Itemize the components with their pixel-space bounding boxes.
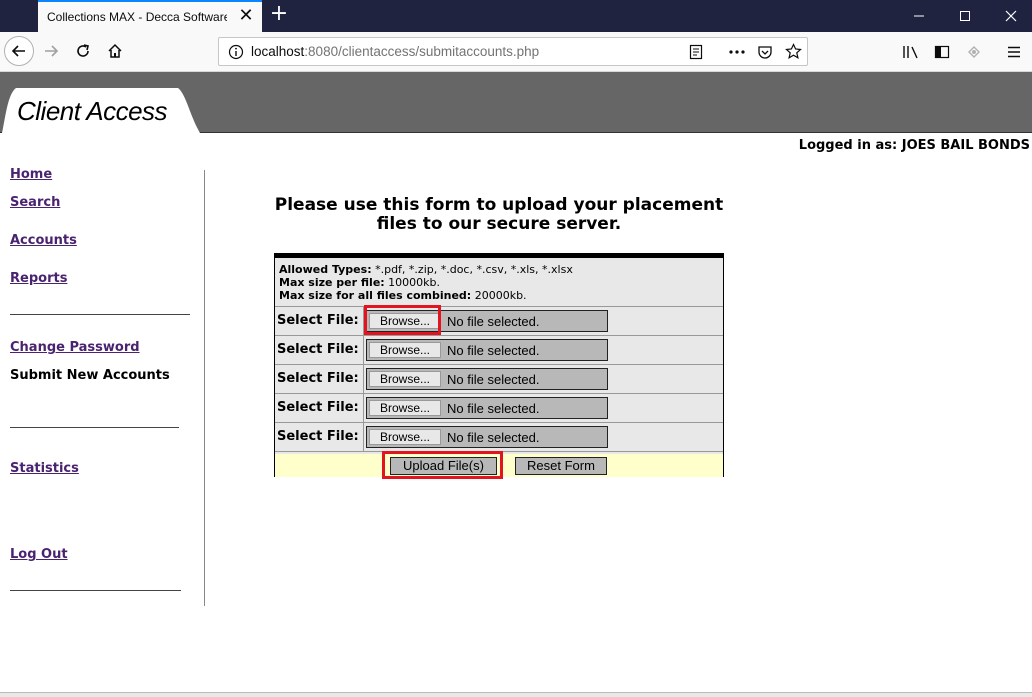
extension-icon[interactable] — [966, 44, 982, 60]
browser-tab-bar: Collections MAX - Decca Software C ✕ + — [0, 0, 1032, 32]
window-bottom-edge — [0, 692, 1032, 697]
minimize-icon[interactable] — [896, 0, 942, 32]
reader-view-icon[interactable] — [688, 44, 704, 60]
select-file-label: Select File: — [275, 336, 364, 364]
logged-in-status: Logged in as: JOES BAIL BONDS — [798, 138, 1030, 153]
sidebar-item-search[interactable]: Search — [10, 195, 60, 210]
max-file-size-label: Max size per file: — [279, 276, 385, 289]
select-file-label: Select File: — [275, 307, 364, 335]
allowed-types-value: *.pdf, *.zip, *.doc, *.csv, *.xls, *.xls… — [371, 263, 573, 276]
menu-icon[interactable] — [1006, 44, 1022, 60]
page-title: Client Access — [17, 96, 168, 126]
sidebar-divider — [10, 427, 179, 428]
sidebar-item-statistics[interactable]: Statistics — [10, 461, 79, 476]
sidebar-item-reports[interactable]: Reports — [10, 271, 67, 286]
browse-button-2[interactable]: Browse... — [369, 342, 441, 358]
browse-button-4[interactable]: Browse... — [369, 400, 441, 416]
form-heading: Please use this form to upload your plac… — [274, 195, 724, 234]
file-row-2: Select File: Browse... No file selected. — [275, 336, 723, 365]
new-tab-icon[interactable]: + — [268, 3, 290, 26]
sidebar-item-home[interactable]: Home — [10, 167, 52, 182]
reload-icon[interactable] — [68, 36, 98, 66]
file-row-1: Select File: Browse... No file selected. — [275, 307, 723, 336]
browse-button-5[interactable]: Browse... — [369, 429, 441, 445]
reset-form-button[interactable]: Reset Form — [515, 457, 607, 475]
upload-form: Allowed Types: *.pdf, *.zip, *.doc, *.cs… — [274, 253, 724, 477]
sidebar-item-submit-new-accounts: Submit New Accounts — [10, 368, 170, 383]
back-arrow-icon[interactable] — [4, 36, 34, 66]
sidebar-divider — [10, 590, 181, 591]
file-status-2: No file selected. — [447, 343, 540, 358]
max-total-size-label: Max size for all files combined: — [279, 289, 472, 302]
sidebar-item-change-password[interactable]: Change Password — [10, 340, 140, 355]
sidebar-item-log-out[interactable]: Log Out — [10, 547, 68, 562]
file-status-4: No file selected. — [447, 401, 540, 416]
browser-tab[interactable]: Collections MAX - Decca Software C ✕ — [38, 0, 262, 32]
maximize-icon[interactable] — [942, 0, 988, 32]
browser-nav-bar: localhost:8080/clientaccess/submitaccoun… — [0, 32, 1032, 72]
upload-restrictions: Allowed Types: *.pdf, *.zip, *.doc, *.cs… — [275, 258, 723, 307]
highlight-upload-button — [382, 451, 503, 479]
max-total-size-value: 20000kb. — [471, 289, 527, 302]
file-input-2[interactable]: Browse... No file selected. — [366, 339, 608, 361]
file-row-4: Select File: Browse... No file selected. — [275, 394, 723, 423]
select-file-label: Select File: — [275, 394, 364, 422]
sidebar-divider — [10, 314, 190, 315]
home-icon[interactable] — [100, 36, 130, 66]
url-text: localhost:8080/clientaccess/submitaccoun… — [251, 44, 539, 59]
url-host: localhost — [251, 44, 305, 59]
file-status-3: No file selected. — [447, 372, 540, 387]
select-file-label: Select File: — [275, 423, 364, 451]
file-row-3: Select File: Browse... No file selected. — [275, 365, 723, 394]
sidebar-toggle-icon[interactable] — [934, 44, 950, 60]
pocket-icon[interactable] — [757, 44, 773, 60]
file-input-3[interactable]: Browse... No file selected. — [366, 368, 608, 390]
sidebar-vertical-divider — [204, 170, 205, 606]
url-path: :8080/clientaccess/submitaccounts.php — [304, 44, 540, 59]
info-icon[interactable] — [228, 44, 244, 60]
file-status-5: No file selected. — [447, 430, 540, 445]
max-file-size-value: 10000kb. — [384, 276, 441, 289]
browse-button-3[interactable]: Browse... — [369, 371, 441, 387]
file-input-5[interactable]: Browse... No file selected. — [366, 426, 608, 448]
allowed-types-label: Allowed Types: — [279, 263, 372, 276]
highlight-browse-button — [364, 305, 441, 335]
file-status-1: No file selected. — [447, 314, 540, 329]
select-file-label: Select File: — [275, 365, 364, 393]
file-input-4[interactable]: Browse... No file selected. — [366, 397, 608, 419]
forward-arrow-icon[interactable] — [36, 36, 66, 66]
tab-close-icon[interactable]: ✕ — [236, 6, 256, 26]
library-icon[interactable] — [902, 44, 920, 60]
close-window-icon[interactable] — [988, 0, 1032, 32]
more-actions-icon[interactable] — [728, 44, 746, 60]
bookmark-star-icon[interactable] — [785, 43, 802, 60]
sidebar-item-accounts[interactable]: Accounts — [10, 233, 77, 248]
file-row-5: Select File: Browse... No file selected. — [275, 423, 723, 452]
url-bar[interactable]: localhost:8080/clientaccess/submitaccoun… — [218, 37, 808, 66]
tab-title: Collections MAX - Decca Software C — [47, 10, 227, 24]
